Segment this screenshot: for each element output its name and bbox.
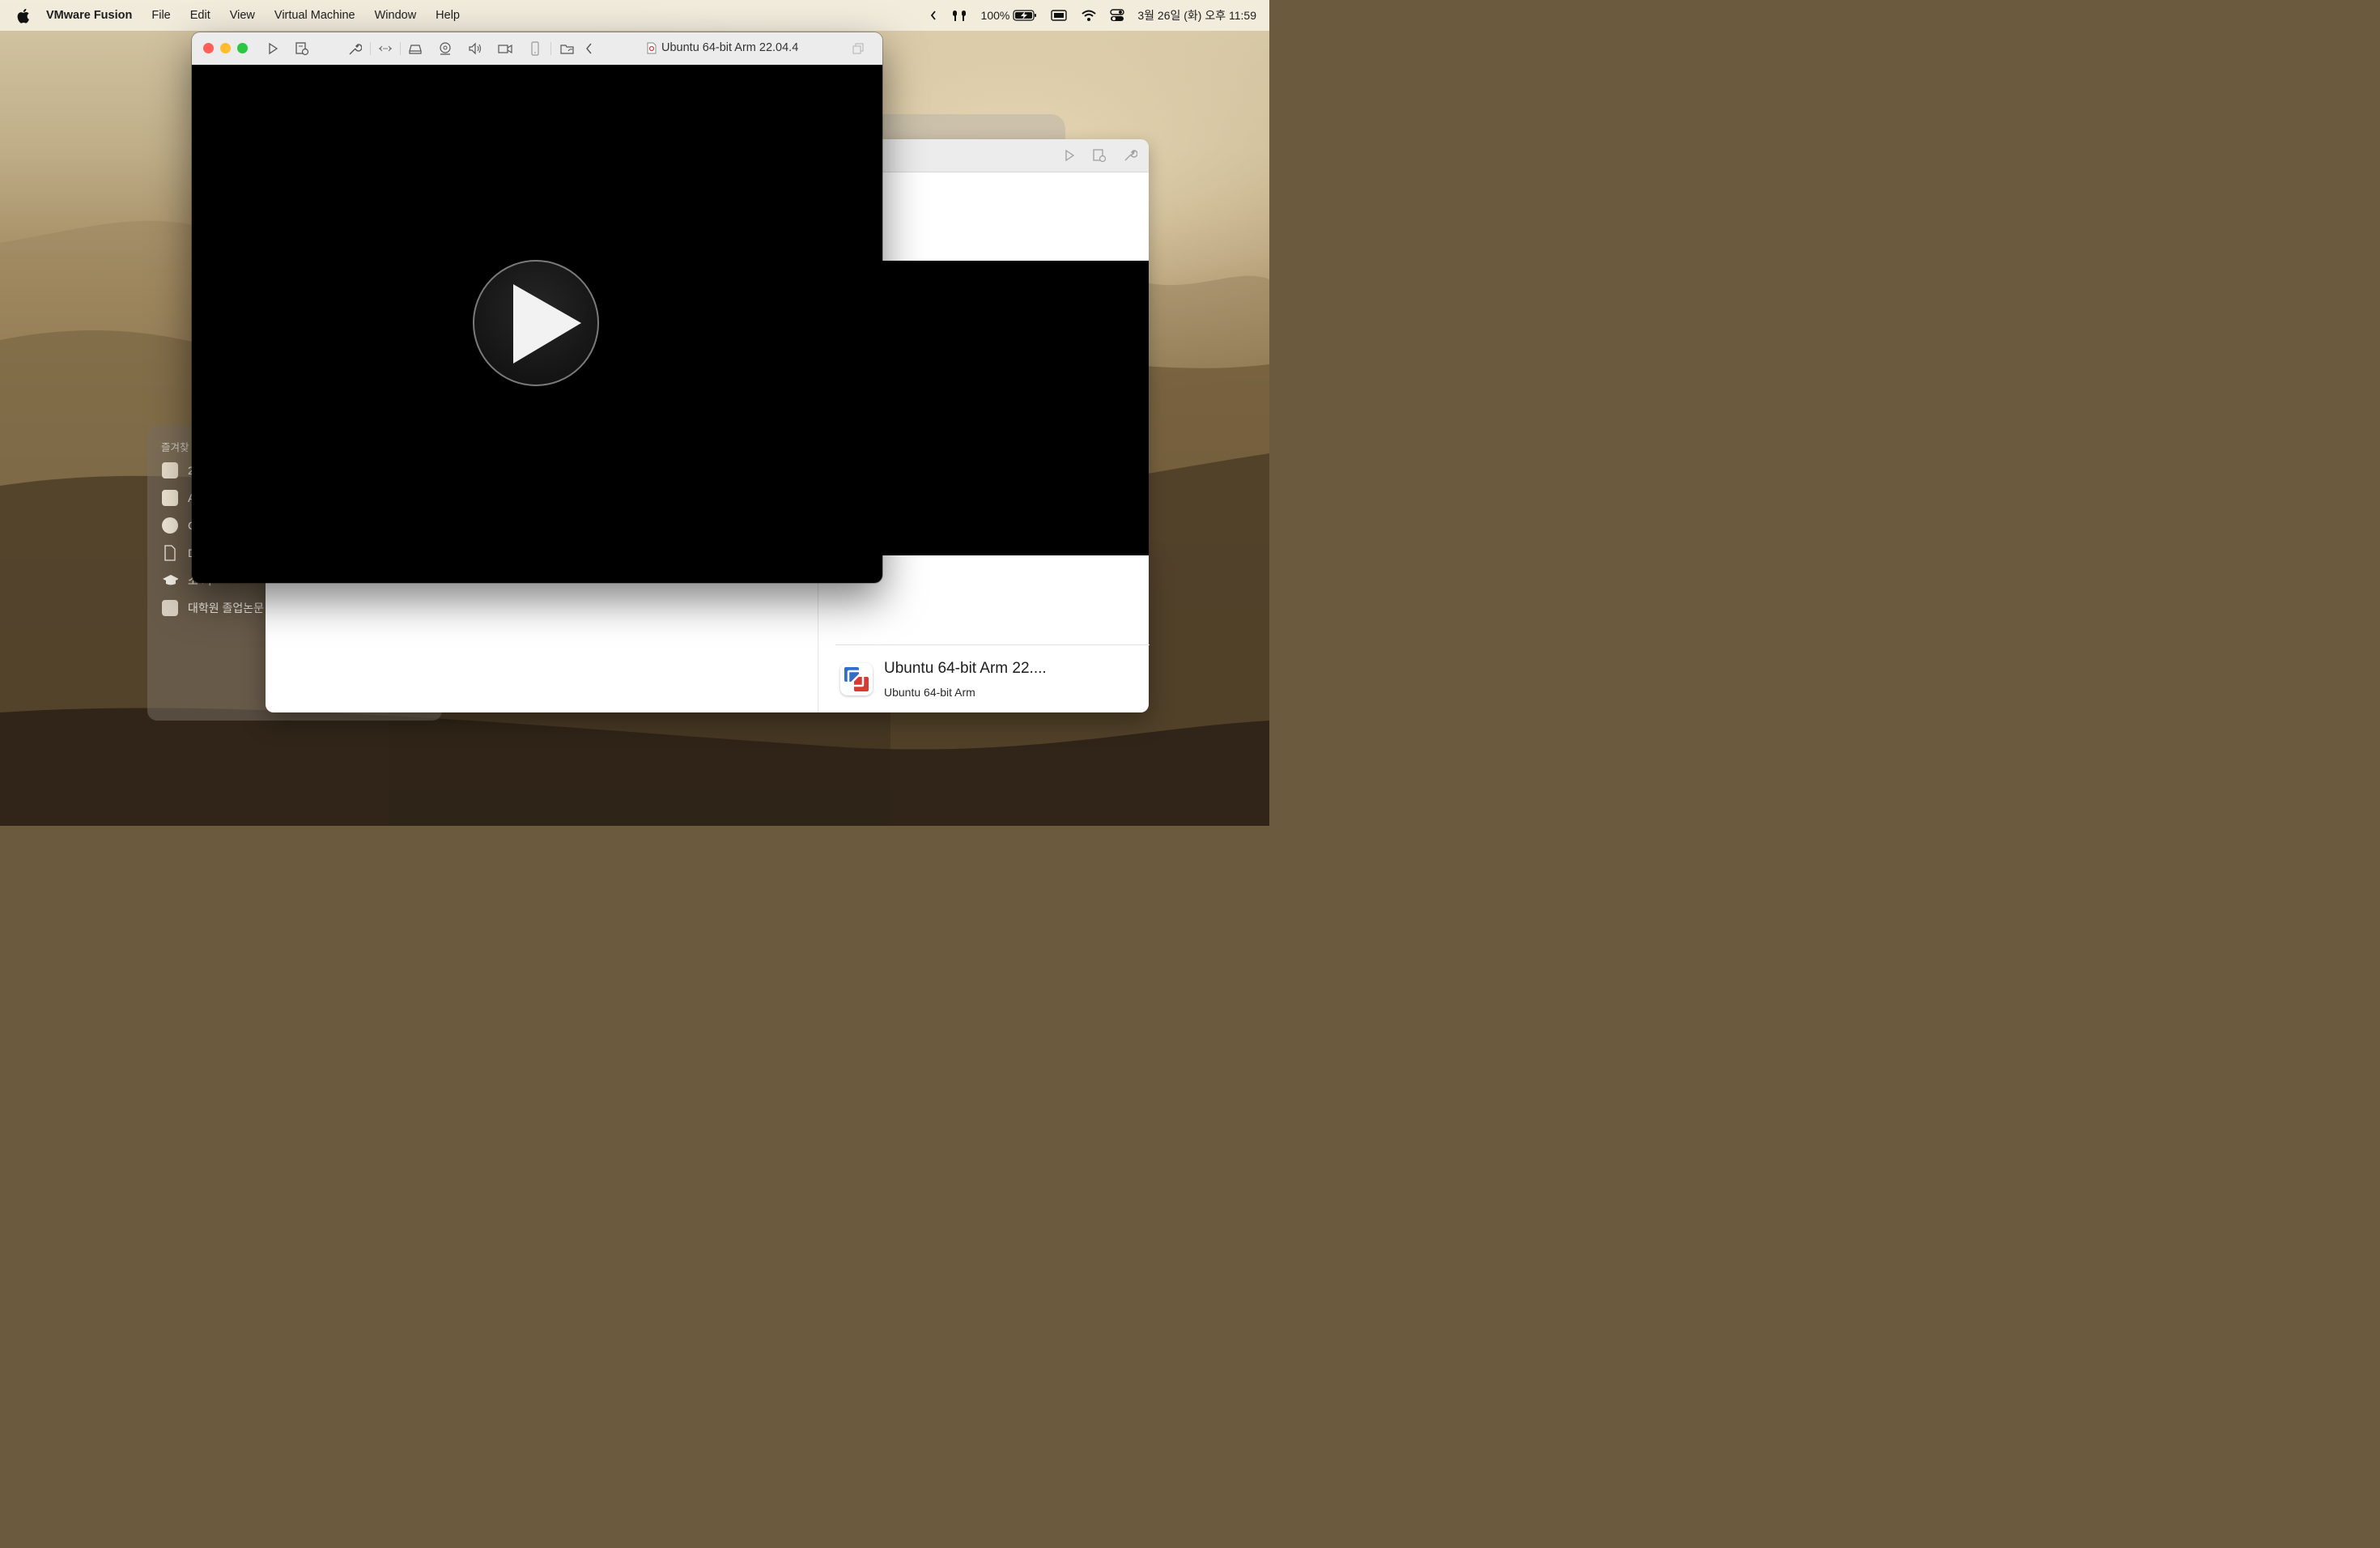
wifi-icon[interactable] [1081, 9, 1097, 22]
play-icon[interactable] [266, 41, 280, 56]
document-icon [162, 545, 178, 561]
airpods-icon[interactable] [950, 8, 968, 23]
sidebar-item-6[interactable]: 대학원 졸업논문 [162, 599, 264, 617]
battery-status[interactable]: 100% [981, 9, 1038, 22]
sidebar-item-2[interactable]: A [162, 489, 195, 507]
secondary-vm-toolbar [882, 139, 1149, 172]
video-icon[interactable] [498, 41, 512, 56]
face-icon [162, 517, 178, 534]
vm-document-icon [647, 42, 657, 53]
toolbar-separator [370, 42, 371, 55]
secondary-vm-window [882, 139, 1149, 557]
person-icon [162, 462, 178, 478]
sidebar-item-4[interactable]: D [162, 544, 196, 562]
sidebar-item-3[interactable]: C [162, 517, 196, 534]
vm-window-title: Ubuntu 64-bit Arm 22.04.4 [647, 41, 798, 54]
graduation-cap-icon [162, 572, 178, 589]
vm-list-item[interactable]: Ubuntu 64-bit Arm 22.... Ubuntu 64-bit A… [835, 644, 1150, 699]
sidebar-item-1[interactable]: 2 [162, 461, 194, 479]
app-menu[interactable]: VMware Fusion [36, 9, 142, 22]
minimize-button[interactable] [220, 43, 231, 53]
toolbar-separator [400, 42, 401, 55]
shared-folder-icon[interactable] [560, 41, 575, 56]
secondary-vm-screen[interactable] [882, 261, 1149, 555]
vm-list-item-name: Ubuntu 64-bit Arm 22.... [884, 660, 1047, 677]
power-on-play-button[interactable] [473, 260, 599, 386]
sidebar-section-favorites: 즐겨찾 [161, 442, 189, 453]
fullscreen-toggle-icon[interactable] [851, 41, 865, 56]
camera-icon[interactable] [438, 41, 453, 56]
jar-icon [162, 600, 178, 616]
chevron-left-icon[interactable] [929, 10, 937, 21]
menu-virtual-machine[interactable]: Virtual Machine [265, 9, 365, 22]
menu-file[interactable]: File [142, 9, 180, 22]
network-icon[interactable] [378, 41, 393, 56]
zoom-button[interactable] [237, 43, 248, 53]
sound-icon[interactable] [468, 41, 482, 56]
snapshot-icon[interactable] [1092, 148, 1107, 163]
snapshot-icon[interactable] [295, 41, 309, 56]
menubar-clock[interactable]: 3월 26일 (화) 오후 11:59 [1137, 7, 1256, 23]
play-icon [513, 284, 581, 364]
usb-device-icon[interactable] [528, 41, 542, 56]
screen-mirroring-icon[interactable] [1050, 9, 1068, 22]
menu-help[interactable]: Help [426, 9, 470, 22]
vmware-vm-icon [840, 663, 873, 695]
vm-console-window: Ubuntu 64-bit Arm 22.04.4 [192, 32, 882, 583]
apple-menu-icon[interactable] [16, 8, 30, 23]
toolbar-separator [550, 42, 551, 55]
battery-percent: 100% [980, 9, 1010, 22]
chevron-left-icon[interactable] [582, 41, 597, 56]
vm-list-item-os: Ubuntu 64-bit Arm [884, 686, 975, 699]
disk-icon[interactable] [408, 41, 423, 56]
menu-window[interactable]: Window [365, 9, 427, 22]
vm-toolbar: Ubuntu 64-bit Arm 22.04.4 [192, 32, 882, 66]
notebook-icon [162, 490, 178, 506]
control-center-icon[interactable] [1110, 9, 1125, 22]
settings-wrench-icon[interactable] [1123, 148, 1137, 163]
menu-edit[interactable]: Edit [181, 9, 220, 22]
status-area: 100% 3월 26일 (화) 오후 11:59 [929, 0, 1256, 31]
settings-wrench-icon[interactable] [347, 41, 362, 56]
close-button[interactable] [203, 43, 214, 53]
menu-bar: VMware Fusion File Edit View Virtual Mac… [0, 0, 1269, 31]
play-icon[interactable] [1063, 149, 1076, 162]
menu-view[interactable]: View [220, 9, 265, 22]
battery-charging-icon [1013, 10, 1037, 21]
vm-screen[interactable] [192, 65, 882, 583]
